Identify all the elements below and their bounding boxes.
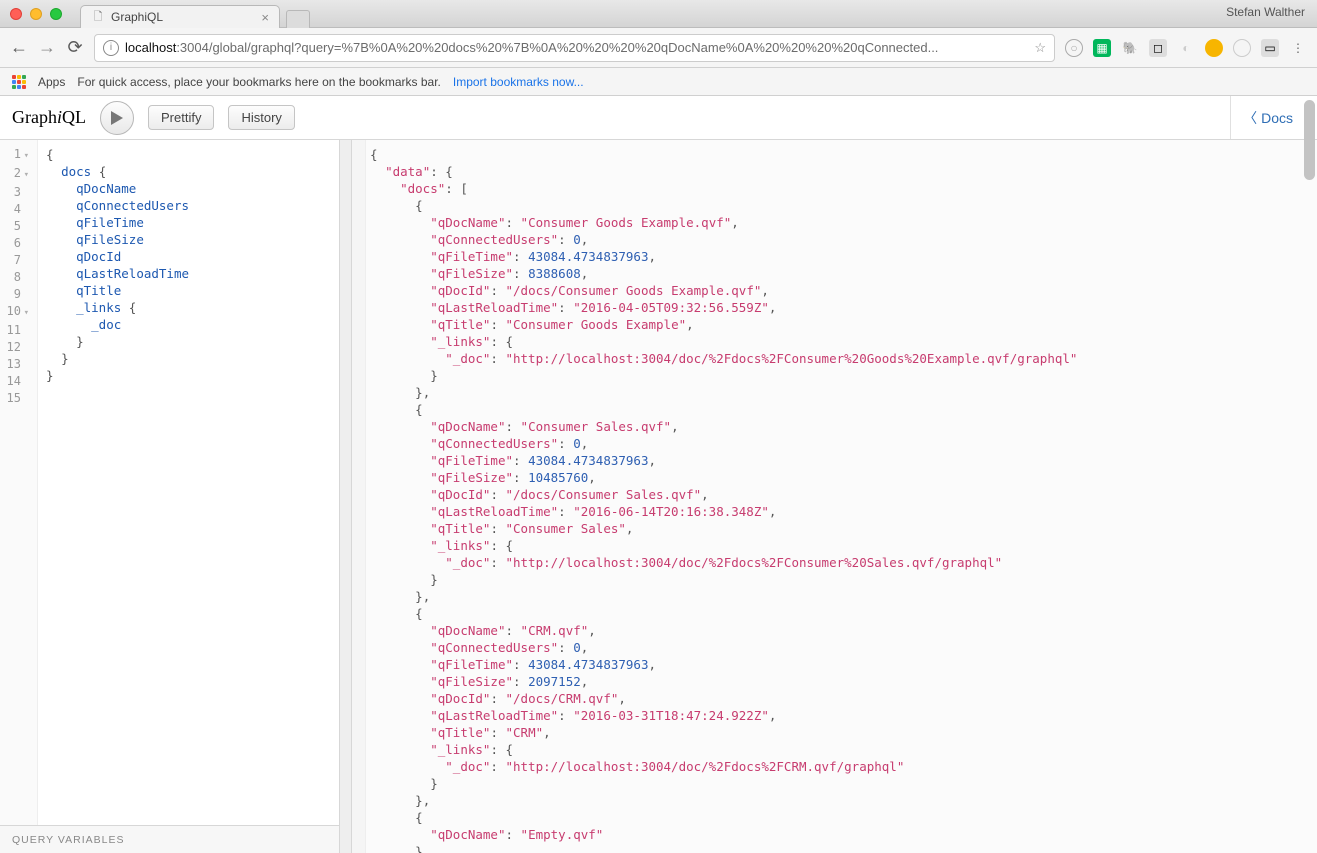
chevron-left-icon: 〈 xyxy=(1243,108,1257,128)
logo-ql: QL xyxy=(62,107,86,127)
tab-title: GraphiQL xyxy=(111,10,163,24)
play-icon xyxy=(111,111,123,125)
extension-icon-evernote[interactable]: 🐘 xyxy=(1121,39,1139,57)
profile-name[interactable]: Stefan Walther xyxy=(1226,5,1305,19)
prettify-button[interactable]: Prettify xyxy=(148,105,214,130)
page-scrollbar[interactable] xyxy=(1304,98,1315,848)
import-bookmarks-link[interactable]: Import bookmarks now... xyxy=(453,75,584,89)
nav-forward-button[interactable]: → xyxy=(38,37,56,58)
graphiql-toolbar: GraphiQL Prettify History 〈 Docs xyxy=(0,96,1317,140)
bookmark-star-icon[interactable]: ☆ xyxy=(1034,40,1046,56)
window-titlebar: 🗋 GraphiQL × Stefan Walther xyxy=(0,0,1317,28)
extension-icon-5[interactable]: ◐ xyxy=(1177,39,1195,57)
new-tab-button[interactable] xyxy=(286,10,310,28)
nav-back-button[interactable]: ← xyxy=(10,37,28,58)
query-variables-label: QUERY VARIABLES xyxy=(12,834,124,846)
result-json: { "data": { "docs": [ { "qDocName": "Con… xyxy=(370,146,1317,853)
tab-close-button[interactable]: × xyxy=(261,10,269,25)
graphiql-body: 1▾2▾3 4 5 6 7 8 9 10▾11 12 13 14 15 { do… xyxy=(0,140,1317,853)
graphiql-logo: GraphiQL xyxy=(12,107,86,128)
query-editor[interactable]: 1▾2▾3 4 5 6 7 8 9 10▾11 12 13 14 15 { do… xyxy=(0,140,339,825)
browser-tab-active[interactable]: 🗋 GraphiQL × xyxy=(80,5,280,28)
apps-icon[interactable] xyxy=(12,75,26,89)
site-info-icon[interactable]: i xyxy=(103,40,119,56)
result-pane[interactable]: { "data": { "docs": [ { "qDocName": "Con… xyxy=(352,140,1317,853)
menu-icon[interactable]: ⋮ xyxy=(1289,39,1307,57)
docs-label: Docs xyxy=(1261,110,1293,126)
pane-splitter[interactable] xyxy=(340,140,352,853)
logo-graph: Graph xyxy=(12,107,57,127)
bookmarks-bar: Apps For quick access, place your bookma… xyxy=(0,68,1317,96)
graphiql-app: GraphiQL Prettify History 〈 Docs 1▾2▾3 4… xyxy=(0,96,1317,853)
url-host: localhost xyxy=(125,40,176,55)
extension-icon-2[interactable]: ▦ xyxy=(1093,39,1111,57)
window-minimize-button[interactable] xyxy=(30,8,42,20)
window-controls xyxy=(10,8,62,20)
window-maximize-button[interactable] xyxy=(50,8,62,20)
extension-icon-6[interactable] xyxy=(1205,39,1223,57)
extension-icons: ○ ▦ 🐘 ◻ ◐ ▭ ⋮ xyxy=(1065,39,1307,57)
bookmarks-hint: For quick access, place your bookmarks h… xyxy=(77,75,441,89)
nav-reload-button[interactable]: ⟳ xyxy=(66,37,84,58)
scrollbar-thumb[interactable] xyxy=(1304,100,1315,180)
docs-toggle[interactable]: 〈 Docs xyxy=(1230,96,1305,139)
browser-tabs: 🗋 GraphiQL × xyxy=(80,0,310,28)
window-close-button[interactable] xyxy=(10,8,22,20)
query-code[interactable]: { docs { qDocName qConnectedUsers qFileT… xyxy=(38,140,339,825)
browser-chrome: 🗋 GraphiQL × Stefan Walther ← → ⟳ i loca… xyxy=(0,0,1317,96)
browser-toolbar: ← → ⟳ i localhost :3004/global/graphql?q… xyxy=(0,28,1317,68)
url-rest: :3004/global/graphql?query=%7B%0A%20%20d… xyxy=(176,40,938,55)
query-variables-header[interactable]: QUERY VARIABLES xyxy=(0,825,339,853)
history-button[interactable]: History xyxy=(228,105,294,130)
address-bar[interactable]: i localhost :3004/global/graphql?query=%… xyxy=(94,34,1055,62)
extension-icon-7[interactable] xyxy=(1233,39,1251,57)
extension-icon-8[interactable]: ▭ xyxy=(1261,39,1279,57)
query-editor-pane: 1▾2▾3 4 5 6 7 8 9 10▾11 12 13 14 15 { do… xyxy=(0,140,340,853)
extension-icon-4[interactable]: ◻ xyxy=(1149,39,1167,57)
execute-button[interactable] xyxy=(100,101,134,135)
extension-icon-1[interactable]: ○ xyxy=(1065,39,1083,57)
result-gutter xyxy=(352,140,366,853)
apps-label[interactable]: Apps xyxy=(38,75,65,89)
line-number-gutter: 1▾2▾3 4 5 6 7 8 9 10▾11 12 13 14 15 xyxy=(0,140,38,825)
tab-favicon-icon: 🗋 xyxy=(91,10,105,24)
